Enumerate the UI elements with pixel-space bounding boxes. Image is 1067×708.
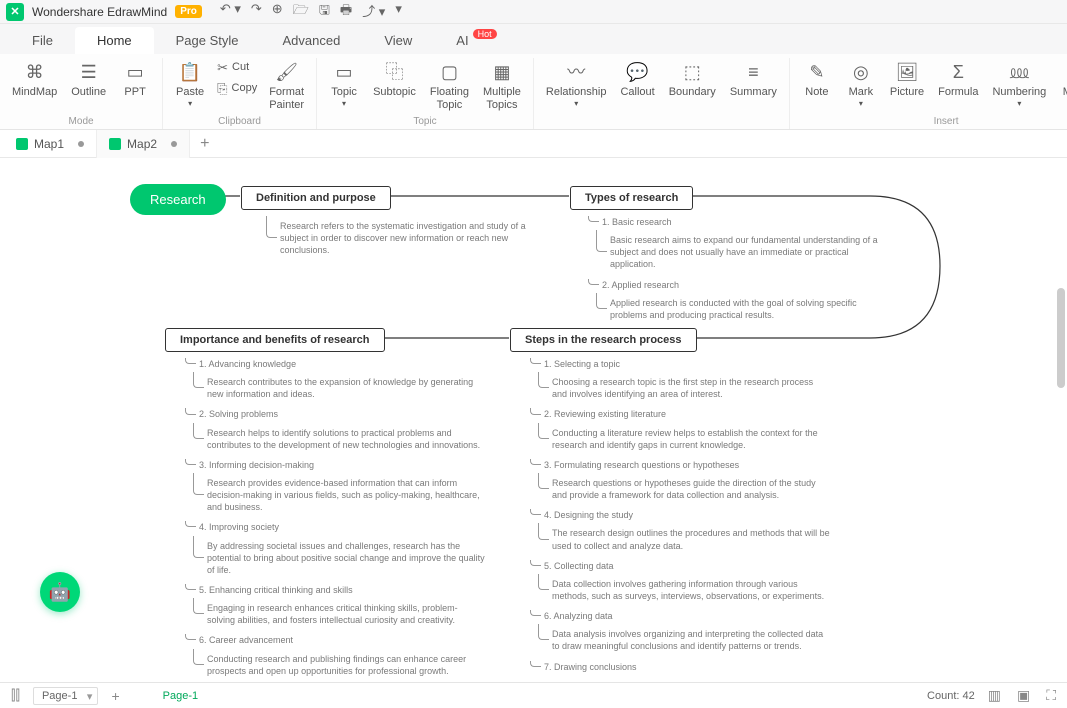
boundary-icon: ⬚ (684, 62, 701, 84)
formula-icon: Σ (953, 62, 964, 84)
status-bar: ⫿⫿ Page-1 + Page-1 Count: 42 ▥ ▣ ⛶ (0, 682, 1067, 708)
mindmap-icon: ⌘ (26, 62, 44, 84)
pro-badge: Pro (175, 5, 202, 18)
document-tab-bar: Map1 Map2 + (0, 130, 1067, 158)
ai-assistant-button[interactable]: 🤖 (40, 572, 80, 612)
summary-icon: ≡ (748, 62, 759, 84)
note-icon: ✎ (809, 62, 824, 84)
save-icon[interactable]: 🖫 (319, 1, 330, 23)
multiple-topics-button[interactable]: ▦Multiple Topics (477, 58, 527, 116)
menu-advanced[interactable]: Advanced (261, 27, 363, 54)
open-icon[interactable]: 🗁 (293, 1, 309, 23)
ppt-button[interactable]: ▭PPT (114, 58, 156, 103)
format-painter-button[interactable]: 🖌Format Painter (263, 58, 310, 116)
cut-icon: ✂ (217, 60, 228, 76)
cut-button[interactable]: ✂Cut (213, 58, 261, 78)
doc-tab-map1[interactable]: Map1 (4, 130, 97, 158)
quick-access-toolbar: ↶ ▾ ↷ ⊕ 🗁 🖫 🖶 ⤴ ▾ ▾ (220, 1, 402, 23)
outline-icon: ☰ (81, 62, 97, 84)
canvas[interactable]: Research Definition and purpose Research… (0, 158, 1067, 682)
menu-page-style[interactable]: Page Style (154, 27, 261, 54)
print-icon[interactable]: 🖶 (340, 1, 352, 23)
group-insert-label: Insert (934, 116, 959, 129)
view-mode-1-icon[interactable]: ▥ (985, 687, 1004, 704)
types-content: 1. Basic research Basic research aims to… (588, 216, 888, 329)
export-icon[interactable]: ⤴ ▾ (362, 1, 385, 23)
subtopic-icon: ⿻ (385, 62, 403, 84)
root-node[interactable]: Research (130, 184, 226, 215)
app-title: Wondershare EdrawMind (32, 5, 167, 19)
ppt-icon: ▭ (127, 62, 144, 84)
doc-icon (16, 138, 28, 150)
copy-icon: ⎘ (217, 81, 227, 97)
menu-home[interactable]: Home (75, 27, 154, 54)
summary-button[interactable]: ≡Summary (724, 58, 783, 103)
count-label: Count: 42 (927, 690, 975, 702)
copy-button[interactable]: ⎘Copy (213, 79, 261, 99)
importance-content: 1. Advancing knowledgeResearch contribut… (185, 358, 485, 682)
relationship-icon: 〰 (567, 62, 585, 84)
callout-button[interactable]: 💬Callout (614, 58, 660, 103)
steps-content: 1. Selecting a topicChoosing a research … (530, 358, 830, 679)
group-mode-label: Mode (69, 116, 94, 129)
brush-icon: 🖌 (275, 62, 298, 84)
topic-icon: ▭ (336, 62, 353, 84)
new-icon[interactable]: ⊕ (272, 1, 283, 23)
add-page-button[interactable]: + (108, 688, 122, 704)
ribbon: ⌘MindMap ☰Outline ▭PPT Mode 📋Paste▾ ✂Cut… (0, 54, 1067, 130)
more-button[interactable]: ▭More (1054, 58, 1067, 103)
title-bar: ✕ Wondershare EdrawMind Pro ↶ ▾ ↷ ⊕ 🗁 🖫 … (0, 0, 1067, 24)
more-icon[interactable]: ▾ (395, 1, 402, 23)
picture-button[interactable]: 🖼Picture (884, 58, 930, 103)
definition-content: Research refers to the systematic invest… (258, 218, 538, 264)
numbering-button[interactable]: ⅏Numbering▾ (986, 58, 1052, 113)
doc-tab-map2[interactable]: Map2 (97, 130, 190, 158)
topic-types[interactable]: Types of research (570, 186, 693, 210)
paste-icon: 📋 (179, 62, 201, 84)
floating-icon: ▢ (441, 62, 458, 84)
group-clipboard-label: Clipboard (218, 116, 261, 129)
callout-icon: 💬 (626, 62, 648, 84)
numbering-icon: ⅏ (1010, 62, 1029, 84)
mark-button[interactable]: ◎Mark▾ (840, 58, 882, 113)
doc-icon (109, 138, 121, 150)
add-tab-button[interactable]: + (190, 135, 219, 153)
multi-icon: ▦ (493, 62, 510, 84)
relationship-button[interactable]: 〰Relationship▾ (540, 58, 613, 113)
outline-button[interactable]: ☰Outline (65, 58, 112, 103)
undo-icon[interactable]: ↶ ▾ (220, 1, 241, 23)
topic-importance[interactable]: Importance and benefits of research (165, 328, 385, 352)
redo-icon[interactable]: ↷ (251, 1, 262, 23)
floating-topic-button[interactable]: ▢Floating Topic (424, 58, 475, 116)
app-logo-icon: ✕ (6, 3, 24, 21)
mark-icon: ◎ (853, 62, 869, 84)
topic-steps[interactable]: Steps in the research process (510, 328, 697, 352)
panel-toggle-icon[interactable]: ⫿⫿ (8, 687, 23, 704)
group-topic-label: Topic (413, 116, 436, 129)
topic-button[interactable]: ▭Topic▾ (323, 58, 365, 113)
formula-button[interactable]: ΣFormula (932, 58, 984, 103)
mindmap-button[interactable]: ⌘MindMap (6, 58, 63, 103)
fullscreen-icon[interactable]: ⛶ (1043, 687, 1059, 704)
menu-bar: File Home Page Style Advanced View AIHot (0, 24, 1067, 54)
menu-ai[interactable]: AIHot (434, 27, 490, 54)
menu-file[interactable]: File (10, 27, 75, 54)
topic-definition[interactable]: Definition and purpose (241, 186, 391, 210)
vertical-scrollbar[interactable] (1057, 288, 1065, 388)
current-page-label[interactable]: Page-1 (163, 690, 198, 702)
boundary-button[interactable]: ⬚Boundary (663, 58, 722, 103)
picture-icon: 🖼 (896, 62, 919, 84)
page-selector[interactable]: Page-1 (33, 687, 98, 705)
subtopic-button[interactable]: ⿻Subtopic (367, 58, 422, 103)
paste-button[interactable]: 📋Paste▾ (169, 58, 211, 113)
menu-view[interactable]: View (362, 27, 434, 54)
view-mode-2-icon[interactable]: ▣ (1014, 687, 1033, 704)
note-button[interactable]: ✎Note (796, 58, 838, 103)
